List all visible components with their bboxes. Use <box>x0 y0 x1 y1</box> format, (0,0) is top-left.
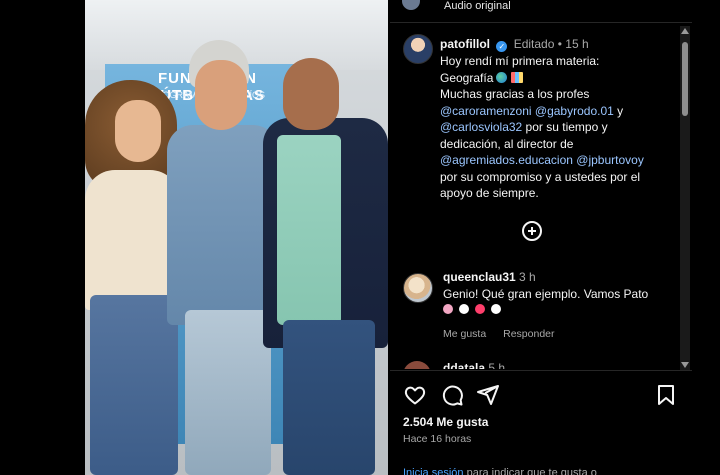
edited-label: Editado <box>513 37 555 51</box>
commenter-avatar[interactable] <box>403 273 433 303</box>
author-username[interactable]: patofillol <box>440 37 490 51</box>
comments-scroll-area[interactable]: patofillol ✓ Editado • 15 h Hoy rendí mí… <box>390 24 692 369</box>
caption-line-5: @carlosviola32 por su tiempo y <box>440 119 672 136</box>
caption-line-9: apoyo de siempre. <box>440 186 539 200</box>
login-prompt-rest: para indicar que te gusta o <box>463 467 597 475</box>
comment-text: Genio! Qué gran ejemplo. Vamos Pato <box>443 287 649 301</box>
comment-item: ddatala 5 h <box>390 358 692 369</box>
caption-line-1: Hoy rendí mí primera materia: <box>440 54 600 68</box>
pink-heart-emoji-icon <box>475 304 486 314</box>
person-3-legs <box>283 320 375 475</box>
caption-line-4: @caroramenzoni @gabyrodo.01 y <box>440 103 672 120</box>
mention-gabyrodo[interactable]: @gabyrodo.01 <box>535 104 614 118</box>
login-prompt: Inicia sesión para indicar que te gusta … <box>403 467 597 475</box>
comments-scrollbar[interactable] <box>680 26 690 370</box>
books-emoji-icon <box>511 71 524 83</box>
post-time[interactable]: 15 h <box>565 37 588 51</box>
author-avatar[interactable] <box>403 34 433 64</box>
mention-carlosviola[interactable]: @carlosviola32 <box>440 120 522 134</box>
post-timestamp[interactable]: Hace 16 horas <box>403 433 471 445</box>
login-link[interactable]: Inicia sesión <box>403 467 464 475</box>
white-heart-emoji-icon <box>459 304 470 314</box>
comment-icon[interactable] <box>440 383 464 407</box>
caption-line-6: dedicación, al director de <box>440 136 574 151</box>
app-window: FUNDACIÓN FÚTBOLISTAS PROGRAMA DE DESAFÍ… <box>0 0 720 475</box>
mention-jpburtovoy[interactable]: @jpburtovoy <box>576 153 644 167</box>
post-action-bar: 2.504 Me gusta Hace 16 horas Inicia sesi… <box>390 370 692 475</box>
comment-item: queenclau31 3 h Genio! Qué gran ejemplo.… <box>390 270 692 350</box>
person-2-face <box>195 60 247 130</box>
heart-icon[interactable] <box>403 383 427 407</box>
comment-reply-button[interactable]: Responder <box>503 328 554 340</box>
bookmark-icon[interactable] <box>654 383 678 407</box>
caption-line-3: Muchas gracias a los profes <box>440 87 590 101</box>
person-1-legs <box>90 295 178 475</box>
mention-caroramenzoni[interactable]: @caroramenzoni <box>440 104 532 118</box>
caption-line-2: Geografía <box>440 70 672 87</box>
likes-count[interactable]: 2.504 Me gusta <box>403 415 488 429</box>
person-3-shirt <box>277 135 341 325</box>
globe-emoji-icon <box>496 71 508 83</box>
caption-line-4-rest: y <box>613 103 624 118</box>
commenter-username[interactable]: ddatala <box>443 361 485 369</box>
hands-heart-emoji-icon <box>443 304 453 314</box>
comment-emojis <box>443 304 504 316</box>
comment-time: 3 h <box>519 270 536 284</box>
scroll-up-icon[interactable] <box>681 28 689 34</box>
author-mini-avatar[interactable] <box>402 0 420 10</box>
scroll-down-icon[interactable] <box>681 362 689 368</box>
person-1-body <box>85 170 180 310</box>
comment-actions: Me gusta Responder <box>443 328 569 340</box>
comment-header: queenclau31 3 h <box>443 270 536 284</box>
share-icon[interactable] <box>476 383 500 407</box>
caption-line-5-rest: por su tiempo y <box>522 120 608 134</box>
commenter-avatar[interactable] <box>403 361 431 369</box>
audio-bar: Audio original <box>390 0 692 23</box>
load-more-comments-icon[interactable] <box>522 221 542 241</box>
verified-badge-icon: ✓ <box>496 41 508 52</box>
caption-line-2-text: Geografía <box>440 70 494 85</box>
scrollbar-thumb[interactable] <box>682 42 688 116</box>
caption-line-8: por su compromiso y a ustedes por el <box>440 169 641 184</box>
caption-header: patofillol ✓ Editado • 15 h <box>440 37 589 52</box>
white-heart-emoji-icon <box>491 304 502 314</box>
commenter-username[interactable]: queenclau31 <box>443 270 516 284</box>
person-1-face <box>115 100 161 162</box>
comment-header: ddatala 5 h <box>443 361 505 369</box>
comment-like-button[interactable]: Me gusta <box>443 328 486 340</box>
person-2-legs <box>185 310 271 475</box>
post-photo[interactable]: FUNDACIÓN FÚTBOLISTAS PROGRAMA DE DESAFÍ… <box>85 0 388 475</box>
caption-text: Hoy rendí mí primera materia: Geografía … <box>440 53 672 202</box>
person-3-face <box>283 58 339 130</box>
caption-line-7: @agremiados.educacion @jpburtovoy <box>440 152 672 169</box>
post-side-panel: Audio original patofillol ✓ Editado • 15… <box>390 0 692 475</box>
comment-time: 5 h <box>488 361 506 369</box>
mention-agremiados[interactable]: @agremiados.educacion <box>440 153 573 167</box>
audio-original-link[interactable]: Audio original <box>444 0 511 12</box>
